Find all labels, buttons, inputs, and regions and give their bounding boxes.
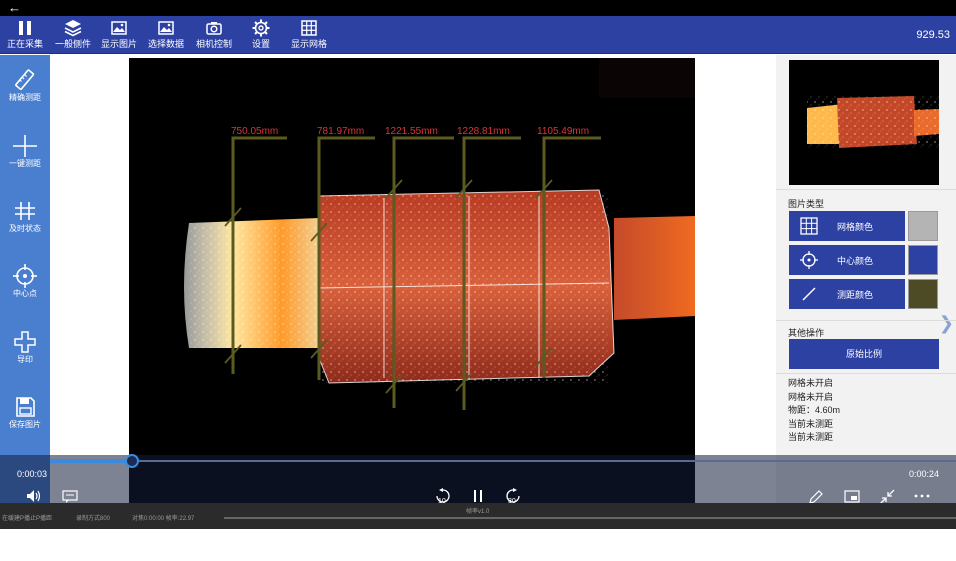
horizontal-scrollbar[interactable] [224,517,956,519]
plus-line-icon [13,135,37,157]
grid-icon [301,20,317,36]
status-line: 网格未开启 [788,391,834,402]
seek-progress [50,459,132,463]
seek-track[interactable] [50,460,956,462]
measurement-label: 1221.55mm [385,126,438,137]
hash-icon [15,202,35,220]
toolbar-label: 设置 [251,39,270,49]
toolbar-label: 一般侧件 [54,39,91,49]
layers-icon [64,20,82,37]
center-color-button[interactable]: 中心颜色 [789,245,905,275]
gear-icon [252,19,270,37]
select-data-button[interactable]: 选择数据 [146,18,186,52]
sidebar-item-label: 中心点 [13,289,37,298]
image-icon [111,21,127,35]
current-time: 0:00:03 [17,469,48,479]
sidebar-item-label: 导印 [17,355,33,364]
sidebar-item-label: 及时状态 [9,224,41,233]
toolbar-label: 显示网格 [290,39,327,49]
grid-color-button[interactable]: 网格颜色 [789,211,905,241]
center-color-swatch[interactable] [908,245,938,275]
sidebar-item-center-point[interactable]: 中心点 [0,263,50,313]
sidebar-item-import[interactable]: 导印 [0,329,50,379]
measure-color-swatch[interactable] [908,279,938,309]
sidebar-item-realtime-status[interactable]: 及时状态 [0,198,50,248]
status-line: 当前未测距 [788,418,834,429]
camera-control-button[interactable]: 相机控制 [194,18,234,52]
arrow-left-icon[interactable]: ← [8,1,24,15]
save-icon [16,397,35,417]
crosshair-icon [13,264,37,288]
toolbar-label: 相机控制 [195,39,232,49]
original-ratio-button[interactable]: 原始比例 [789,339,939,369]
measure-color-button[interactable]: 测距颜色 [789,279,905,309]
crosshair-icon [800,251,818,269]
divider [776,189,956,190]
app-window: ← 正在采集 一般侧件 显示图片 选择数据 相机控制 设置 显示网格 929.5… [0,0,956,561]
grid-color-label: 网格颜色 [836,221,873,232]
show-grid-button[interactable]: 显示网格 [290,18,328,52]
thermal-image-view[interactable]: 750.05mm 781.97mm 1221.55mm 1228.81mm 11… [129,58,695,505]
taskbar-segment: 录制方式800 [76,516,111,522]
sidebar-item-label: 一键测距 [9,159,41,168]
measurement-label: 1228.81mm [457,126,510,137]
taskbar-segment: 帧率v1.0 [466,509,490,515]
measurement-label: 1105.49mm [537,126,589,137]
sidebar-item-save-image[interactable]: 保存图片 [0,394,50,444]
right-panel: ❯ 图片类型 网格颜色 中心颜色 测距颜色 其他操作 原始比例 网格未开启 网格… [776,55,956,503]
measurement-label: 781.97mm [317,126,364,137]
divider [776,373,956,374]
image-workspace: 750.05mm 781.97mm 1221.55mm 1228.81mm 11… [50,55,775,505]
chevron-right-icon[interactable]: ❯ [939,313,954,334]
slash-icon [802,287,816,301]
arrow-plus-icon [14,331,36,353]
bottom-margin [0,529,956,561]
pause-icon [19,21,31,35]
image-type-title: 图片类型 [788,199,825,209]
measure-color-label: 测距颜色 [836,289,873,300]
ruler-icon [15,69,35,90]
status-taskbar: 在缓建P播止P播距 录制方式800 对焦0:00:00 帧率:22.97 帧率v… [0,503,956,529]
status-line: 物距：4.60m [788,405,841,415]
measurement-label: 750.05mm [231,126,278,137]
video-player-controls: 0:00:03 0:00:24 10 30 [0,454,956,505]
chevron-left-icon[interactable]: ❮ [53,313,68,334]
sidebar-item-label: 精确测距 [9,93,41,102]
status-line: 当前未测距 [788,432,834,442]
sidebar-item-precise-measure[interactable]: 精确测距 [0,67,50,117]
thumbnail-preview[interactable] [789,60,939,185]
sidebar-item-label: 保存图片 [9,420,41,429]
toolbar-label: 显示图片 [100,39,137,49]
toolbar-label: 选择数据 [147,39,184,49]
thumbnail-image [789,60,939,185]
grid-color-swatch[interactable] [908,211,938,241]
grid-icon [800,217,818,235]
center-color-label: 中心颜色 [836,255,873,266]
show-image-button[interactable]: 显示图片 [100,18,138,52]
status-list: 网格未开启 网格未开启 物距：4.60m 当前未测距 当前未测距 [788,377,840,445]
pause-icon [474,490,482,502]
title-strip: ← [0,0,956,16]
divider [776,320,956,321]
capture-pause-button[interactable]: 正在采集 [6,18,44,52]
settings-button[interactable]: 设置 [246,18,276,52]
toolbar-label: 正在采集 [6,39,43,49]
left-sidebar: 精确测距 一键测距 及时状态 中心点 导印 保存图片 [0,55,50,503]
image-icon [158,21,174,35]
general-part-button[interactable]: 一般侧件 [54,18,92,52]
taskbar-segment: 对焦0:00:00 帧率:22.97 [132,516,195,522]
top-toolbar: 正在采集 一般侧件 显示图片 选择数据 相机控制 设置 显示网格 929.53 [0,16,956,54]
distance-readout: 929.53 [916,29,950,41]
taskbar-segment: 在缓建P播止P播距 [2,516,53,522]
thermal-image: 750.05mm 781.97mm 1221.55mm 1228.81mm 11… [129,58,695,505]
seek-handle[interactable] [124,454,139,468]
other-ops-title: 其他操作 [788,328,825,338]
sidebar-item-one-click-measure[interactable]: 一键测距 [0,133,50,183]
camera-icon [206,22,222,35]
total-time: 0:00:24 [908,469,939,479]
more-options-icon[interactable] [914,489,930,503]
status-line: 网格未开启 [788,378,834,388]
